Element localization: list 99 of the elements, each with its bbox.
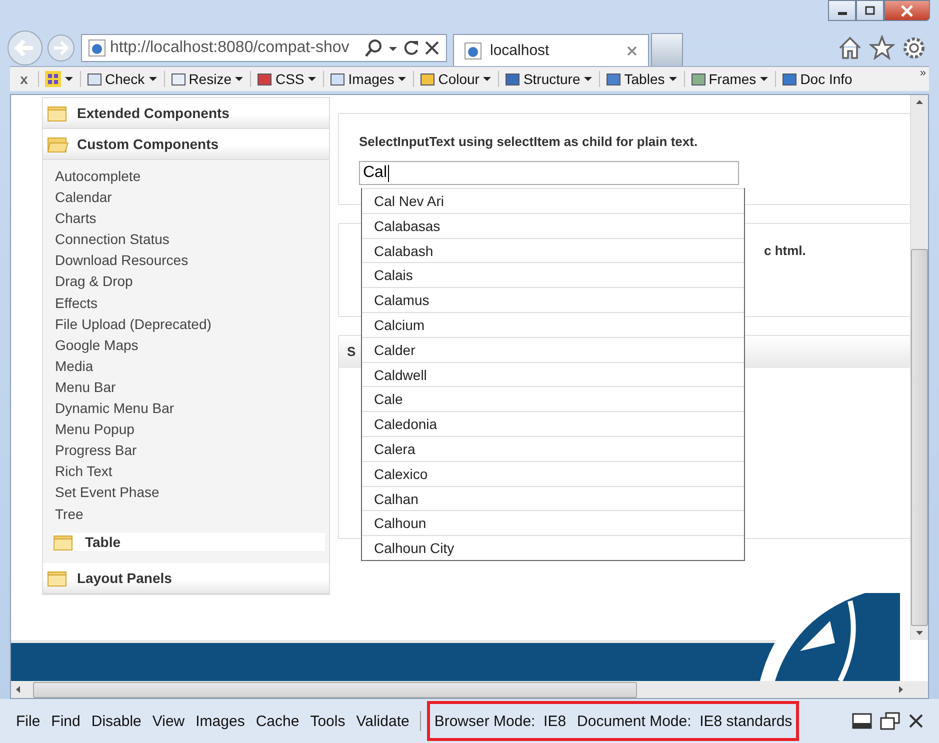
devtools-menu-item[interactable]: Images <box>196 712 245 730</box>
suggestion-item[interactable]: Calabasas <box>362 212 744 238</box>
sidebar-link[interactable]: Google Maps <box>43 334 329 356</box>
accordion-header[interactable]: Custom Components <box>43 129 329 160</box>
suggestion-item[interactable]: Calabash <box>362 238 744 262</box>
toolbar-menu-button[interactable]: Resize <box>164 71 250 87</box>
mode-menu-item[interactable]: Document Mode: IE8 standards <box>577 712 792 730</box>
toolbar-item-icon <box>87 72 102 86</box>
accordion-header[interactable]: Layout Panels <box>43 562 329 594</box>
sidebar-link[interactable]: Rich Text <box>43 461 329 482</box>
minimize-button[interactable] <box>828 0 856 21</box>
toolbar-item-icon <box>420 72 436 86</box>
suggestion-item[interactable]: Calexico <box>362 460 744 486</box>
toolbar-menu-button[interactable]: Frames <box>684 71 776 87</box>
sidebar-link[interactable]: Calendar <box>43 187 329 208</box>
toolbar-overflow-button[interactable]: » <box>920 67 929 79</box>
sidebar-link[interactable]: Connection Status <box>43 229 329 250</box>
sidebar-link[interactable]: Autocomplete <box>43 166 329 188</box>
horizontal-scrollbar[interactable] <box>11 681 928 698</box>
suggestion-item[interactable]: Calcium <box>362 312 744 337</box>
devtools-menu-item[interactable]: File <box>16 712 40 730</box>
sidebar-link[interactable]: Menu Bar <box>43 376 329 398</box>
close-button[interactable] <box>884 0 930 21</box>
caret-icon <box>397 75 408 83</box>
caret-icon <box>583 75 594 83</box>
devtools-menu-item[interactable]: Validate <box>356 712 410 730</box>
page-icon <box>88 39 106 57</box>
suggestion-item[interactable]: Calhoun <box>362 510 744 536</box>
toolbar-menu-button[interactable]: Images <box>323 71 414 87</box>
toolbar-item-icon <box>330 72 346 86</box>
sidebar-link[interactable]: Download Resources <box>43 250 329 272</box>
toolbar-menu-button[interactable]: Structure <box>498 71 600 87</box>
toolbar-item-icon <box>690 72 706 86</box>
caret-icon <box>64 75 74 83</box>
caret-icon <box>668 75 678 83</box>
suggestion-item[interactable]: Calder <box>362 336 744 362</box>
sidebar-link[interactable]: Charts <box>43 208 329 230</box>
search-icon[interactable] <box>364 38 384 58</box>
undock-icon[interactable] <box>879 711 901 731</box>
settings-icon[interactable] <box>901 35 927 61</box>
toolbar-item-icon <box>505 72 520 86</box>
caret-icon <box>482 75 492 83</box>
sidebar-link[interactable]: Effects <box>43 292 329 314</box>
vertical-scrollbar[interactable] <box>910 95 928 640</box>
tab-title: localhost <box>490 42 550 59</box>
caret-icon <box>234 75 244 83</box>
section-heading: SelectInputText using selectItem as child for plain text. <box>359 134 699 149</box>
devtools-menu-item[interactable]: Find <box>51 712 80 730</box>
devtools-menu-item[interactable]: Disable <box>91 712 142 730</box>
accordion-header[interactable]: Extended Components <box>43 98 329 129</box>
sidebar-link[interactable]: File Upload (Deprecated) <box>43 314 329 335</box>
close-icon <box>900 4 914 16</box>
caret-icon <box>307 75 318 83</box>
caret-icon <box>148 75 158 83</box>
suggestion-item[interactable]: Calamus <box>362 287 744 312</box>
address-bar[interactable]: http://localhost:8080/compat-shov <box>81 34 447 62</box>
home-icon[interactable] <box>837 35 863 61</box>
toolbar-menu-button[interactable]: Doc Info <box>775 71 858 87</box>
maximize-icon <box>864 6 876 16</box>
suggestion-item[interactable]: Caledonia <box>362 411 744 436</box>
sidebar-link[interactable]: Dynamic Menu Bar <box>43 398 329 420</box>
mode-menu-item[interactable]: Browser Mode: IE8 <box>434 712 566 730</box>
suggestion-item[interactable]: Calera <box>362 436 744 461</box>
maximize-button[interactable] <box>856 0 884 21</box>
toolbar-menu-button[interactable]: Tables <box>599 71 684 87</box>
close-toolbar-button[interactable]: x <box>10 71 38 87</box>
sidebar-link[interactable]: Tree <box>43 504 329 525</box>
suggestion-item[interactable]: Cale <box>362 386 744 412</box>
sidebar-link[interactable]: Media <box>43 356 329 377</box>
suggestion-item[interactable]: Calhoun City <box>362 535 744 560</box>
section-heading: c html. <box>764 243 807 258</box>
suggestion-item[interactable]: Calais <box>362 262 744 288</box>
suggestion-item[interactable]: Calhan <box>362 486 744 510</box>
browser-tab[interactable]: localhost <box>453 34 649 66</box>
toolbar-item-icon <box>257 72 272 86</box>
minimize-icon <box>838 12 846 15</box>
sidebar-link[interactable]: Drag & Drop <box>43 271 329 293</box>
sidebar-link[interactable]: Menu Popup <box>43 419 329 440</box>
toolbar-item-icon <box>170 72 186 86</box>
accordion-header[interactable]: Table <box>53 532 325 551</box>
grid-icon <box>45 71 61 87</box>
toolbar-menu-button[interactable]: Colour <box>413 71 498 87</box>
suggestion-item[interactable]: Cal Nev Ari <box>362 188 744 213</box>
toolbar-item-icon <box>782 72 798 86</box>
sidebar-link[interactable]: Set Event Phase <box>43 482 329 504</box>
toolbar-item-icon <box>606 72 622 86</box>
sidebar-link[interactable]: Progress Bar <box>43 440 329 462</box>
toolbar-menu-button[interactable]: CSS <box>250 71 324 87</box>
dock-icon[interactable] <box>851 711 873 731</box>
caret-icon <box>759 75 770 83</box>
refresh-icon[interactable] <box>402 38 420 58</box>
devtools-menu-item[interactable]: View <box>152 712 185 730</box>
suggestion-item[interactable]: Caldwell <box>362 362 744 386</box>
input-field[interactable]: Cal <box>359 161 739 185</box>
page-icon <box>464 42 482 60</box>
devtools-menu-item[interactable]: Tools <box>310 712 346 730</box>
devtools-menu-item[interactable]: Cache <box>256 712 300 730</box>
toolbar-menu-button[interactable]: Check <box>80 71 164 87</box>
star-icon[interactable] <box>869 35 895 61</box>
